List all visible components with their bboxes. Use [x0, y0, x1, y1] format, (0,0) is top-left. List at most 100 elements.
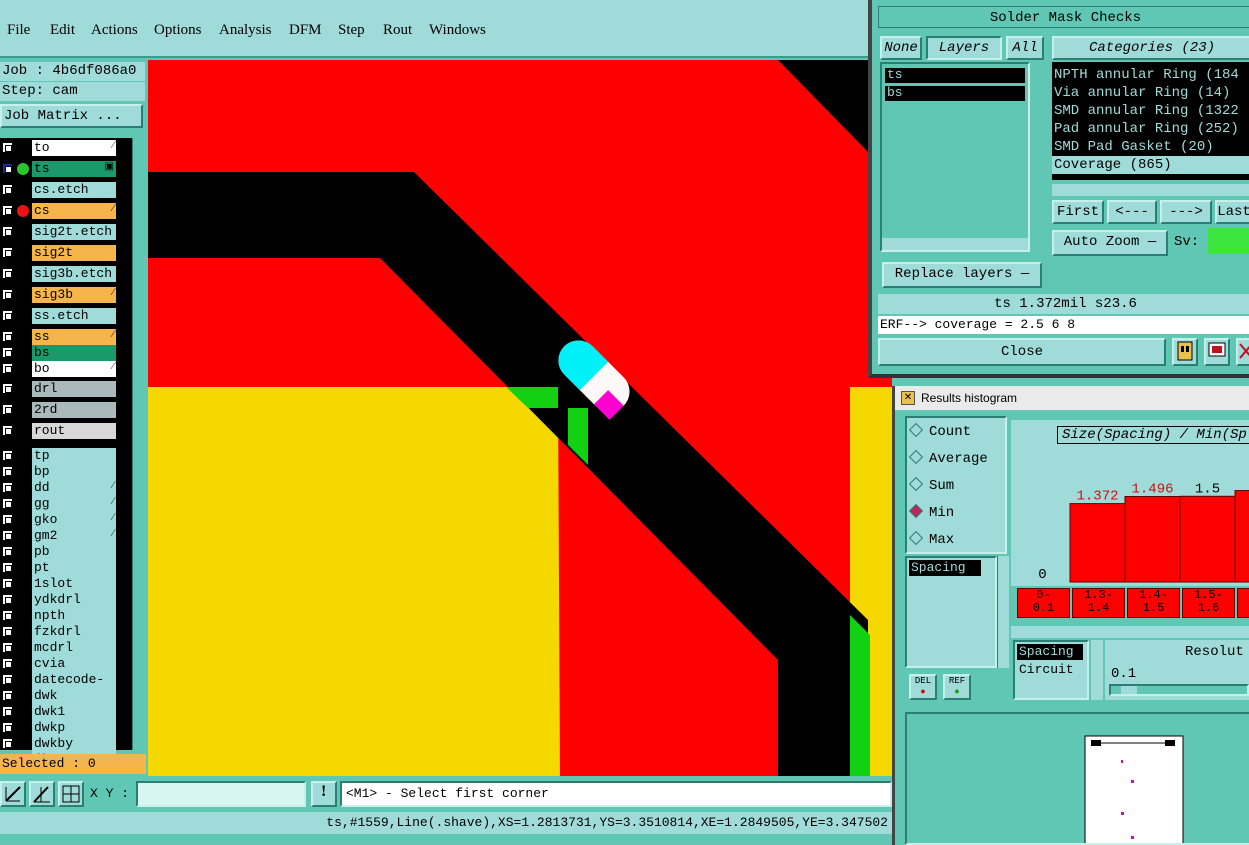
layer-row-drl[interactable]: drl	[0, 381, 118, 397]
layer-checkbox-icon[interactable]	[2, 347, 13, 358]
monitor-icon[interactable]	[1204, 338, 1230, 366]
layer-row-npth[interactable]: npth	[0, 608, 118, 624]
layer-row-2rd[interactable]: 2rd	[0, 402, 118, 418]
layers-all-button[interactable]: All	[1006, 36, 1044, 60]
layer-row-1slot[interactable]: 1slot	[0, 576, 118, 592]
report-icon[interactable]	[1172, 338, 1198, 366]
layer-row-dwkby[interactable]: dwkby	[0, 736, 118, 752]
nav-prev-button[interactable]: <---	[1107, 200, 1157, 224]
category-item[interactable]: SMD annular Ring (1322	[1054, 102, 1249, 120]
layer-row-dd[interactable]: dd ⁄	[0, 480, 118, 496]
category-item[interactable]: Pad annular Ring (252)	[1054, 120, 1249, 138]
layer-checkbox-icon[interactable]	[2, 722, 13, 733]
layer-checkbox-icon[interactable]	[2, 289, 13, 300]
zoom-tool-icon[interactable]	[0, 781, 26, 807]
mode-sum[interactable]: Sum	[908, 476, 954, 494]
category-item[interactable]: NPTH annular Ring (184	[1054, 66, 1249, 84]
layer-checkbox-icon[interactable]	[2, 610, 13, 621]
layer-row-bp[interactable]: bp	[0, 464, 118, 480]
nav-next-button[interactable]: --->	[1160, 200, 1212, 224]
attribute-item-spacing[interactable]: Spacing	[909, 560, 981, 576]
layer-checkbox-icon[interactable]	[2, 268, 13, 279]
layer-checkbox-icon[interactable]	[2, 363, 13, 374]
layer-checkbox-icon[interactable]	[2, 530, 13, 541]
layer-row-rout[interactable]: rout	[0, 423, 118, 439]
category-item[interactable]: Via annular Ring (14)	[1054, 84, 1249, 102]
layer-row-pt[interactable]: pt	[0, 560, 118, 576]
layer-checkbox-icon[interactable]	[2, 482, 13, 493]
cancel-icon[interactable]	[1236, 338, 1249, 366]
attribute-item-spacing-b[interactable]: Spacing	[1017, 644, 1083, 660]
layer-checkbox-icon[interactable]	[2, 658, 13, 669]
layer-checkbox-icon[interactable]	[2, 404, 13, 415]
layer-row-dwkp[interactable]: dwkp	[0, 720, 118, 736]
layer-row-sig2t-etch[interactable]: sig2t.etch	[0, 224, 118, 240]
layer-checkbox-icon[interactable]	[2, 674, 13, 685]
mode-min[interactable]: Min	[908, 503, 954, 521]
layer-checkbox-icon[interactable]	[2, 642, 13, 653]
layer-checkbox-icon[interactable]	[2, 594, 13, 605]
layer-checkbox-icon[interactable]	[2, 546, 13, 557]
job-matrix-button[interactable]: Job Matrix ...	[0, 104, 143, 128]
layer-checkbox-icon[interactable]	[2, 142, 13, 153]
close-button[interactable]: Close	[878, 338, 1166, 366]
layer-checkbox-icon[interactable]	[2, 425, 13, 436]
layer-item-bs[interactable]: bs	[885, 86, 1025, 101]
layer-row-ss[interactable]: ss ⁄	[0, 329, 118, 345]
layer-checkbox-icon[interactable]	[2, 184, 13, 195]
layer-row-cs[interactable]: cs ⁄	[0, 203, 118, 219]
layer-list-scrollbar[interactable]	[132, 138, 146, 750]
layer-checkbox-icon[interactable]	[2, 163, 13, 174]
layer-row-datecode-to[interactable]: datecode-to	[0, 672, 118, 702]
mode-count[interactable]: Count	[908, 422, 971, 440]
mode-average[interactable]: Average	[908, 449, 988, 467]
layer-checkbox-icon[interactable]	[2, 247, 13, 258]
ref-button[interactable]: REF ●	[943, 674, 971, 700]
layer-checkbox-icon[interactable]	[2, 706, 13, 717]
alert-icon[interactable]: !	[311, 781, 337, 807]
attribute-list-a-scrollbar[interactable]	[997, 556, 1009, 668]
histogram-hscroll[interactable]	[1011, 626, 1249, 638]
layer-checkbox-icon[interactable]	[2, 310, 13, 321]
layer-row-mcdrl[interactable]: mcdrl	[0, 640, 118, 656]
menu-step[interactable]: Step	[338, 22, 365, 39]
histogram-bar[interactable]	[1069, 503, 1126, 583]
layer-checkbox-icon[interactable]	[2, 226, 13, 237]
layer-row-pb[interactable]: pb	[0, 544, 118, 560]
layer-row-fzkdrl[interactable]: fzkdrl	[0, 624, 118, 640]
mode-max[interactable]: Max	[908, 530, 954, 548]
layer-row-bs[interactable]: bs	[0, 345, 118, 361]
nav-first-button[interactable]: First	[1052, 200, 1104, 224]
layer-checkbox-icon[interactable]	[2, 562, 13, 573]
layer-checkbox-icon[interactable]	[2, 205, 13, 216]
attribute-item-circuit[interactable]: Circuit	[1017, 662, 1083, 678]
layer-checkbox-icon[interactable]	[2, 578, 13, 589]
layer-row-gko[interactable]: gko ⁄	[0, 512, 118, 528]
snap-grid-icon[interactable]	[58, 781, 84, 807]
measure-tool-icon[interactable]	[29, 781, 55, 807]
attribute-list-b-scrollbar[interactable]	[1091, 640, 1103, 700]
layer-row-sig2t[interactable]: sig2t	[0, 245, 118, 261]
category-item[interactable]: SMD Pad Gasket (20)	[1054, 138, 1249, 156]
menu-dfm[interactable]: DFM	[289, 22, 322, 39]
menu-options[interactable]: Options	[154, 22, 202, 39]
categories-hscroll[interactable]	[1052, 184, 1249, 196]
resolution-slider[interactable]	[1109, 684, 1249, 696]
auto-zoom-dropdown[interactable]: Auto Zoom —	[1052, 230, 1168, 256]
slider-handle[interactable]	[1121, 686, 1137, 694]
category-item[interactable]: Coverage (865)	[1052, 156, 1249, 174]
layer-checkbox-icon[interactable]	[2, 738, 13, 749]
layers-button[interactable]: Layers	[926, 36, 1002, 60]
menu-file[interactable]: File	[7, 22, 30, 39]
graphics-canvas[interactable]	[148, 60, 892, 776]
layer-row-ydkdrl[interactable]: ydkdrl	[0, 592, 118, 608]
layer-checkbox-icon[interactable]	[2, 450, 13, 461]
layer-checkbox-icon[interactable]	[2, 498, 13, 509]
layer-row-dwk[interactable]: dwk	[0, 688, 118, 704]
layer-row-to[interactable]: to ⁄	[0, 140, 118, 156]
layer-row-dwk1[interactable]: dwk1	[0, 704, 118, 720]
layers-none-button[interactable]: None	[880, 36, 922, 60]
layer-checkbox-icon[interactable]	[2, 383, 13, 394]
layer-checkbox-icon[interactable]	[2, 466, 13, 477]
layer-checkbox-icon[interactable]	[2, 626, 13, 637]
